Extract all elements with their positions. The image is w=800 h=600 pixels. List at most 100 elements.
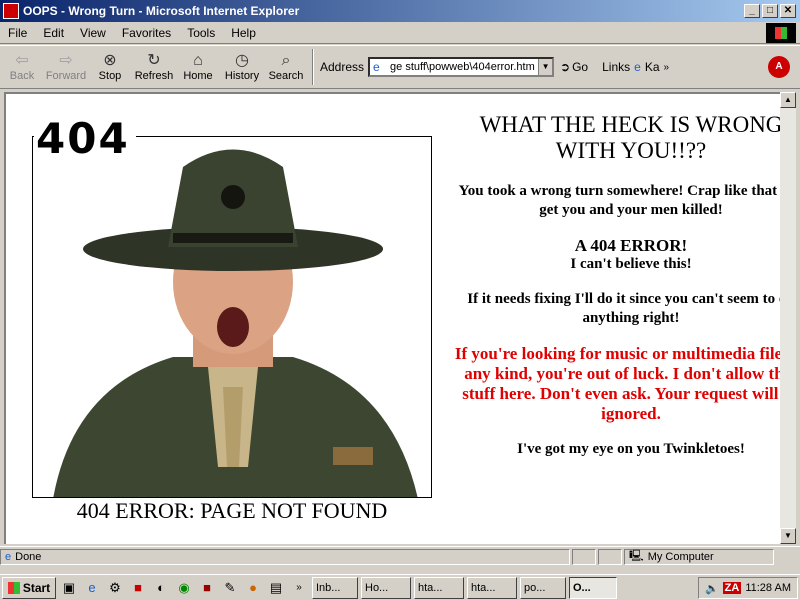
intro-paragraph: You took a wrong turn somewhere! Crap li… bbox=[458, 183, 780, 218]
links-label: Links bbox=[602, 60, 631, 74]
forward-button[interactable]: ⇨ Forward bbox=[44, 47, 88, 87]
refresh-button[interactable]: ↻ Refresh bbox=[132, 47, 176, 87]
link-item[interactable]: Ka bbox=[645, 60, 660, 74]
history-button[interactable]: ◷ History bbox=[220, 47, 264, 87]
drill-instructor-photo bbox=[32, 136, 432, 498]
menu-file[interactable]: File bbox=[0, 26, 35, 40]
photo-caption: 404 ERROR: PAGE NOT FOUND bbox=[76, 498, 388, 523]
toolbar: ⇦ Back ⇨ Forward ⊗ Stop ↻ Refresh ⌂ Home… bbox=[0, 45, 800, 89]
status-cell-empty bbox=[598, 548, 622, 565]
forward-arrow-icon: ⇨ bbox=[59, 52, 73, 69]
task-button-active[interactable]: O... bbox=[569, 576, 617, 599]
quicklaunch-app-icon[interactable]: ■ bbox=[197, 578, 217, 598]
windows-flag-icon bbox=[7, 581, 20, 594]
status-text-cell: e Done bbox=[0, 548, 570, 565]
error-block: A 404 ERROR! I can't believe this! bbox=[454, 236, 780, 274]
stop-icon: ⊗ bbox=[103, 52, 117, 69]
maximize-button[interactable]: □ bbox=[762, 4, 778, 18]
task-button[interactable]: Ho... bbox=[361, 576, 411, 599]
refresh-icon: ↻ bbox=[147, 52, 161, 69]
vertical-scrollbar[interactable]: ▲ ▼ bbox=[780, 92, 796, 544]
history-label: History bbox=[224, 70, 260, 82]
status-page-icon: e bbox=[5, 550, 12, 563]
quicklaunch-chevron-icon[interactable]: » bbox=[289, 578, 309, 598]
acrobat-icon: A bbox=[768, 56, 790, 78]
stop-button[interactable]: ⊗ Stop bbox=[88, 47, 132, 87]
quicklaunch-app-icon[interactable]: ✎ bbox=[220, 578, 240, 598]
address-input[interactable]: ge stuff\powweb\404error.htm bbox=[390, 61, 538, 73]
security-zone-cell: 🖳 My Computer bbox=[624, 548, 774, 565]
close-button[interactable]: ✕ bbox=[780, 4, 796, 18]
window-title: OOPS - Wrong Turn - Microsoft Internet E… bbox=[23, 4, 300, 18]
task-button[interactable]: hta... bbox=[414, 576, 464, 599]
go-button[interactable]: ➲ Go bbox=[560, 60, 588, 74]
address-field[interactable]: e ge stuff\powweb\404error.htm ▼ bbox=[368, 57, 555, 77]
closing-line: I've got my eye on you Twinkletoes! bbox=[517, 441, 745, 457]
menu-bar: File Edit View Favorites Tools Help bbox=[0, 22, 800, 44]
quicklaunch-app-icon[interactable]: ■ bbox=[128, 578, 148, 598]
stop-label: Stop bbox=[98, 70, 122, 82]
search-label: Search bbox=[268, 70, 304, 82]
title-bar: OOPS - Wrong Turn - Microsoft Internet E… bbox=[0, 0, 800, 22]
back-button[interactable]: ⇦ Back bbox=[0, 47, 44, 87]
quicklaunch-app-icon[interactable]: ▤ bbox=[266, 578, 286, 598]
menu-view[interactable]: View bbox=[72, 26, 114, 40]
menu-help[interactable]: Help bbox=[223, 26, 264, 40]
quicklaunch-app-icon[interactable]: ◐ bbox=[151, 578, 171, 598]
fixing-paragraph: If it needs fixing I'll do it since you … bbox=[467, 291, 780, 326]
refresh-label: Refresh bbox=[134, 70, 174, 82]
menu-tools[interactable]: Tools bbox=[179, 26, 223, 40]
drill-instructor-image bbox=[33, 137, 431, 497]
back-label: Back bbox=[9, 70, 35, 82]
address-label: Address bbox=[320, 60, 365, 74]
computer-icon: 🖳 bbox=[629, 550, 644, 562]
forward-label: Forward bbox=[45, 70, 87, 82]
quicklaunch-ie-icon[interactable]: e bbox=[82, 578, 102, 598]
windows-logo-icon bbox=[766, 23, 796, 43]
ie-icon bbox=[3, 3, 19, 19]
pdf-button[interactable]: A bbox=[762, 50, 796, 84]
clock[interactable]: 11:28 AM bbox=[745, 582, 791, 594]
error-title: A 404 ERROR! bbox=[574, 236, 688, 255]
home-button[interactable]: ⌂ Home bbox=[176, 47, 220, 87]
menu-favorites[interactable]: Favorites bbox=[114, 26, 179, 40]
zonealarm-icon[interactable]: ZA bbox=[722, 582, 742, 594]
system-tray: 🔈 ZA 11:28 AM bbox=[697, 577, 798, 599]
history-icon: ◷ bbox=[235, 52, 249, 69]
scroll-up-icon[interactable]: ▲ bbox=[780, 92, 796, 108]
links-bar[interactable]: Links e Ka » bbox=[602, 60, 669, 74]
zone-label: My Computer bbox=[647, 550, 714, 563]
scroll-down-icon[interactable]: ▼ bbox=[780, 528, 796, 544]
home-label: Home bbox=[183, 70, 213, 82]
dropdown-arrow-icon[interactable]: ▼ bbox=[538, 59, 553, 75]
menu-edit[interactable]: Edit bbox=[35, 26, 72, 40]
status-bar: e Done 🖳 My Computer bbox=[0, 546, 800, 566]
status-cell-empty bbox=[572, 548, 596, 565]
quicklaunch-desktop-icon[interactable]: ▣ bbox=[59, 578, 79, 598]
start-button[interactable]: Start bbox=[2, 576, 56, 599]
status-text: Done bbox=[15, 550, 42, 563]
toolbar-separator bbox=[312, 49, 314, 85]
taskbar: Start ▣ e ⚙ ■ ◐ ◉ ■ ✎ ● ▤ » Inb... Ho...… bbox=[0, 574, 800, 600]
task-button[interactable]: Inb... bbox=[312, 576, 358, 599]
back-arrow-icon: ⇦ bbox=[15, 52, 29, 69]
search-icon: ⌕ bbox=[281, 52, 291, 69]
quicklaunch-app-icon[interactable]: ◉ bbox=[174, 578, 194, 598]
page-heading: WHAT THE HECK IS WRONG WITH YOU!!?? bbox=[479, 112, 780, 163]
task-button[interactable]: po... bbox=[520, 576, 566, 599]
warning-paragraph: If you're looking for music or multimedi… bbox=[454, 344, 780, 423]
start-label: Start bbox=[22, 580, 51, 595]
big-404-label: 404 bbox=[34, 114, 136, 163]
page-content: 404 404 ERROR: PAGE NOT FOUND WHAT THE H… bbox=[4, 92, 780, 544]
quicklaunch-app-icon[interactable]: ● bbox=[243, 578, 263, 598]
minimize-button[interactable]: _ bbox=[744, 4, 760, 18]
chevron-icon[interactable]: » bbox=[664, 62, 670, 73]
go-label: Go bbox=[572, 60, 589, 74]
quicklaunch-settings-icon[interactable]: ⚙ bbox=[105, 578, 125, 598]
go-arrow-icon: ➲ bbox=[560, 60, 571, 74]
message-column: WHAT THE HECK IS WRONG WITH YOU!!?? You … bbox=[454, 112, 780, 475]
search-button[interactable]: ⌕ Search bbox=[264, 47, 308, 87]
home-icon: ⌂ bbox=[193, 52, 203, 69]
volume-icon[interactable]: 🔈 bbox=[705, 582, 719, 595]
task-button[interactable]: hta... bbox=[467, 576, 517, 599]
